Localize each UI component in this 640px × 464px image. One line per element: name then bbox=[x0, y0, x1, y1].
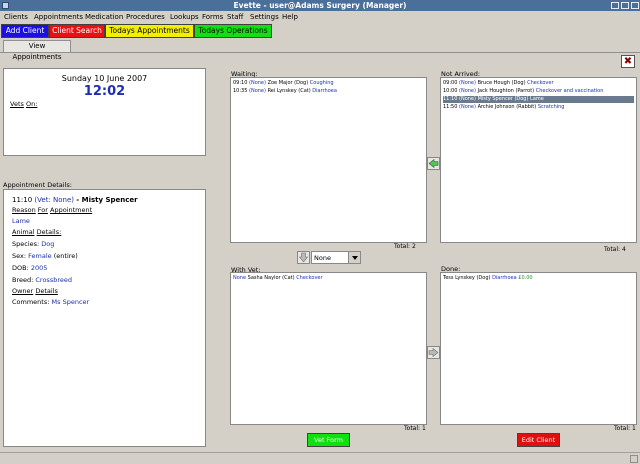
arrow-right-icon bbox=[428, 347, 439, 358]
window-close-button[interactable] bbox=[631, 2, 639, 9]
client-search-button[interactable]: Client Search bbox=[49, 24, 105, 38]
minimize-button[interactable] bbox=[611, 2, 619, 9]
reason-value: Lame bbox=[12, 217, 30, 225]
not-arrived-total: Total: 4 bbox=[604, 246, 626, 253]
list-item[interactable]: 10:35 (None) Rei Lynskey (Cat) Diarrhoea bbox=[233, 88, 424, 95]
close-tab-icon[interactable]: ✖ bbox=[621, 55, 635, 68]
arrow-left-icon bbox=[428, 158, 439, 169]
add-client-button[interactable]: Add Client bbox=[1, 24, 49, 38]
list-item[interactable]: None Sasha Naylor (Cat) Checkover bbox=[233, 275, 424, 282]
vet-form-button[interactable]: Vet Form bbox=[307, 433, 350, 447]
done-total: Total: 1 bbox=[614, 425, 636, 432]
sex-field: Sex: Female (entire) bbox=[12, 252, 78, 260]
window-title: Evette - user@Adams Surgery (Manager) bbox=[233, 1, 407, 10]
list-item[interactable]: 11:50 (None) Archie Johnson (Rabbit) Scr… bbox=[443, 104, 634, 111]
list-item[interactable]: 10:00 (None) Jack Houghton (Parrot) Chec… bbox=[443, 88, 634, 95]
done-list[interactable]: Tess Lynskey (Dog) Diarrhoea £0.00 bbox=[440, 272, 637, 425]
not-arrived-list[interactable]: 09:00 (None) Bruce Hough (Dog) Checkover… bbox=[440, 77, 637, 243]
comments-field: Comments: Ms Spencer bbox=[12, 298, 90, 306]
menu-staff[interactable]: Staff bbox=[227, 13, 243, 21]
list-item[interactable]: 09:10 (None) Zoe Major (Dog) Coughing bbox=[233, 80, 424, 87]
date-panel: Sunday 10 June 2007 12:02 Vets On: bbox=[3, 68, 206, 156]
maximize-button[interactable] bbox=[621, 2, 629, 9]
move-to-waiting-button[interactable] bbox=[427, 157, 440, 170]
tab-divider bbox=[0, 52, 640, 53]
menu-medication[interactable]: Medication bbox=[85, 13, 123, 21]
menu-bar: Clients Appointments Medication Procedur… bbox=[0, 11, 640, 23]
current-date: Sunday 10 June 2007 bbox=[61, 74, 148, 83]
menu-lookups[interactable]: Lookups bbox=[170, 13, 199, 21]
appointment-summary: 11:10 (Vet: None) - Misty Spencer bbox=[12, 196, 138, 204]
vet-select[interactable]: None bbox=[311, 251, 361, 264]
menu-clients[interactable]: Clients bbox=[4, 13, 28, 21]
tab-view-appointments[interactable]: View Appointments bbox=[3, 40, 71, 61]
menu-forms[interactable]: Forms bbox=[202, 13, 223, 21]
move-to-done-button[interactable] bbox=[427, 346, 440, 359]
breed-field: Breed: Crossbreed bbox=[12, 276, 72, 284]
title-bar: Evette - user@Adams Surgery (Manager) bbox=[0, 0, 640, 11]
waiting-total: Total: 2 bbox=[394, 243, 416, 250]
species-field: Species: Dog bbox=[12, 240, 55, 248]
move-down-button[interactable] bbox=[297, 251, 310, 264]
resize-grip-icon[interactable] bbox=[630, 455, 638, 463]
status-bar bbox=[0, 452, 640, 464]
chevron-down-icon[interactable] bbox=[348, 252, 360, 263]
list-item-selected[interactable]: 11:10 (None) Misty Spencer (Dog) Lame bbox=[443, 96, 634, 103]
vet-select-value: None bbox=[314, 254, 331, 262]
list-item[interactable]: 09:00 (None) Bruce Hough (Dog) Checkover bbox=[443, 80, 634, 87]
arrow-down-icon bbox=[298, 252, 309, 263]
with-vet-total: Total: 1 bbox=[404, 425, 426, 432]
with-vet-list[interactable]: None Sasha Naylor (Cat) Checkover bbox=[230, 272, 427, 425]
menu-appointments[interactable]: Appointments bbox=[34, 13, 83, 21]
dob-field: DOB: 2005 bbox=[12, 264, 48, 272]
reason-label: Reason For Appointment bbox=[12, 206, 93, 214]
edit-client-button[interactable]: Edit Client bbox=[517, 433, 560, 447]
vets-on-label: Vets On: bbox=[10, 100, 38, 108]
todays-appointments-button[interactable]: Todays Appointments bbox=[105, 24, 194, 38]
animal-details-label: Animal Details: bbox=[12, 228, 62, 236]
menu-settings[interactable]: Settings bbox=[250, 13, 279, 21]
waiting-list[interactable]: 09:10 (None) Zoe Major (Dog) Coughing 10… bbox=[230, 77, 427, 243]
menu-procedures[interactable]: Procedures bbox=[126, 13, 165, 21]
menu-help[interactable]: Help bbox=[282, 13, 298, 21]
todays-operations-button[interactable]: Todays Operations bbox=[194, 24, 272, 38]
current-time: 12:02 bbox=[83, 84, 126, 99]
owner-details-label: Owner Details bbox=[12, 287, 58, 295]
appointment-details-heading: Appointment Details: bbox=[3, 181, 72, 189]
appointment-details-panel: 11:10 (Vet: None) - Misty Spencer Reason… bbox=[3, 189, 206, 447]
list-item[interactable]: Tess Lynskey (Dog) Diarrhoea £0.00 bbox=[443, 275, 634, 282]
